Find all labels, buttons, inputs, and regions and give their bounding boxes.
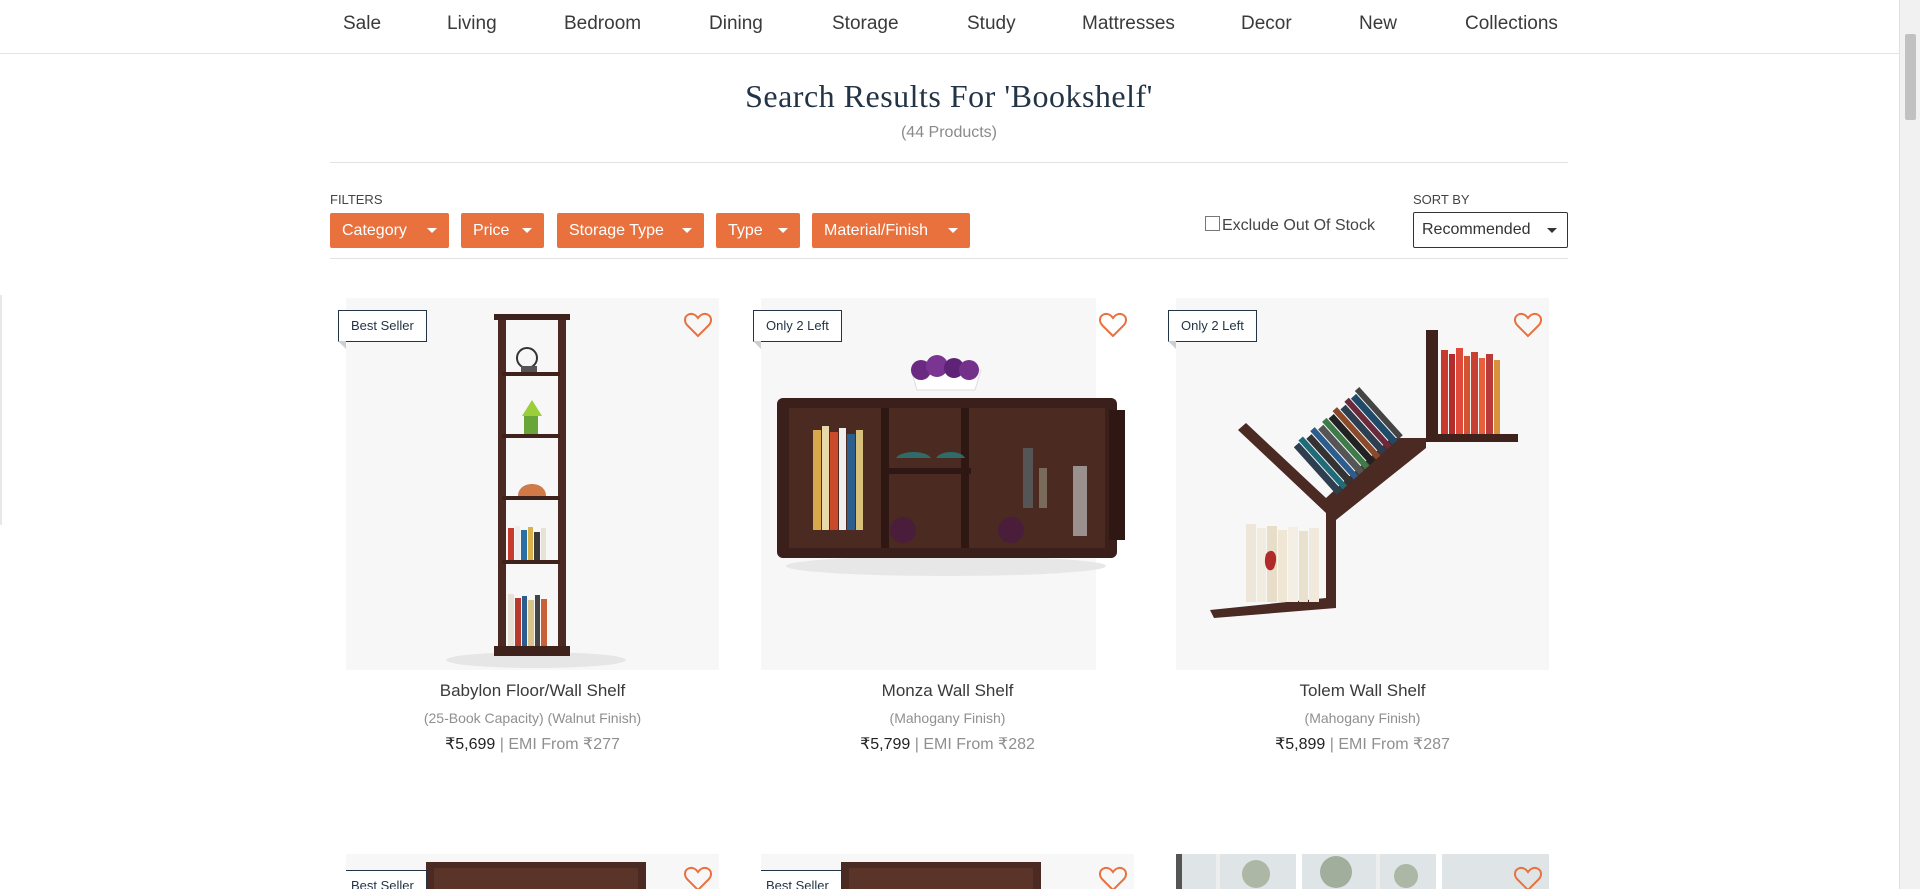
- tall-bookshelf-illustration: [346, 298, 719, 670]
- filter-storage-type-button[interactable]: Storage Type: [557, 213, 704, 248]
- product-price: ₹5,799 | EMI From ₹282: [761, 734, 1134, 754]
- filter-storage-type-label: Storage Type: [569, 222, 664, 239]
- badge-fold: [1168, 341, 1176, 349]
- badge-fold: [338, 341, 346, 349]
- caret-down-icon: [522, 228, 532, 233]
- exclude-out-of-stock-label: Exclude Out Of Stock: [1222, 217, 1375, 234]
- exclude-out-of-stock[interactable]: Exclude Out Of Stock: [1205, 216, 1375, 235]
- zigzag-shelf-illustration: [1176, 298, 1549, 670]
- wishlist-heart-icon[interactable]: [1099, 866, 1127, 889]
- vertical-scrollbar[interactable]: [1899, 0, 1920, 889]
- product-name[interactable]: Tolem Wall Shelf: [1176, 681, 1549, 701]
- sort-select[interactable]: Recommended: [1413, 212, 1568, 248]
- product-count: (44 Products): [900, 124, 998, 141]
- nav-item-collections[interactable]: Collections: [1465, 13, 1558, 35]
- caret-down-icon: [778, 228, 788, 233]
- filter-price-label: Price: [473, 222, 510, 239]
- top-navigation: Sale Living Bedroom Dining Storage Study…: [0, 0, 1900, 54]
- product-subtitle: (Mahogany Finish): [1304, 710, 1421, 726]
- price-value: ₹5,899: [1275, 736, 1326, 753]
- product-image[interactable]: [1176, 298, 1549, 670]
- caret-down-icon: [1547, 228, 1557, 233]
- exclude-out-of-stock-checkbox[interactable]: [1205, 216, 1220, 231]
- sort-select-value: Recommended: [1422, 221, 1531, 238]
- nav-item-living[interactable]: Living: [447, 13, 497, 35]
- filter-category-label: Category: [342, 222, 407, 239]
- caret-down-icon: [427, 228, 437, 233]
- nav-item-decor[interactable]: Decor: [1241, 13, 1292, 35]
- only-left-badge: Only 2 Left: [753, 310, 842, 342]
- price-value: ₹5,699: [445, 736, 496, 753]
- product-subtitle: (25-Book Capacity) (Walnut Finish): [423, 710, 642, 726]
- emi-text: | EMI From ₹277: [495, 736, 620, 753]
- caret-down-icon: [948, 228, 958, 233]
- wishlist-heart-icon[interactable]: [1099, 312, 1127, 338]
- nav-item-storage[interactable]: Storage: [832, 13, 899, 35]
- left-edge-tab: [0, 295, 2, 525]
- emi-text: | EMI From ₹282: [910, 736, 1035, 753]
- product-image[interactable]: [1176, 854, 1549, 889]
- emi-text: | EMI From ₹287: [1325, 736, 1450, 753]
- product-price: ₹5,899 | EMI From ₹287: [1176, 734, 1549, 754]
- product-card[interactable]: Best Seller: [346, 854, 719, 889]
- product-price: ₹5,699 | EMI From ₹277: [346, 734, 719, 754]
- nav-item-dining[interactable]: Dining: [709, 13, 763, 35]
- filter-type-button[interactable]: Type: [716, 213, 800, 248]
- filter-type-label: Type: [728, 222, 763, 239]
- sort-by-label: SORT BY: [1413, 192, 1470, 207]
- wall-shelf-illustration: [761, 298, 1134, 670]
- product-name[interactable]: Monza Wall Shelf: [761, 681, 1134, 701]
- scrollbar-thumb[interactable]: [1905, 34, 1916, 120]
- badge-fold: [753, 341, 761, 349]
- filter-material-finish-button[interactable]: Material/Finish: [812, 213, 970, 248]
- best-seller-badge: Best Seller: [346, 870, 427, 889]
- divider: [330, 162, 1568, 163]
- nav-item-new[interactable]: New: [1359, 13, 1397, 35]
- best-seller-badge: Best Seller: [338, 310, 427, 342]
- wishlist-heart-icon[interactable]: [1514, 866, 1542, 889]
- nav-item-bedroom[interactable]: Bedroom: [564, 13, 641, 35]
- nav-item-sale[interactable]: Sale: [343, 13, 381, 35]
- wishlist-heart-icon[interactable]: [684, 312, 712, 338]
- caret-down-icon: [682, 228, 692, 233]
- page-title: Search Results For 'Bookshelf': [745, 78, 1153, 114]
- product-card[interactable]: [1176, 854, 1549, 889]
- window-scene-illustration: [1176, 854, 1549, 889]
- best-seller-badge: Best Seller: [761, 870, 842, 889]
- only-left-badge: Only 2 Left: [1168, 310, 1257, 342]
- filter-category-button[interactable]: Category: [330, 213, 449, 248]
- filter-material-finish-label: Material/Finish: [824, 222, 929, 239]
- nav-item-study[interactable]: Study: [967, 13, 1016, 35]
- product-card[interactable]: Best Seller: [761, 854, 1134, 889]
- filters-label: FILTERS: [330, 192, 383, 207]
- divider: [330, 258, 1568, 259]
- nav-item-mattresses[interactable]: Mattresses: [1082, 13, 1175, 35]
- product-image[interactable]: [346, 298, 719, 670]
- product-name[interactable]: Babylon Floor/Wall Shelf: [346, 681, 719, 701]
- price-value: ₹5,799: [860, 736, 911, 753]
- wishlist-heart-icon[interactable]: [1514, 312, 1542, 338]
- product-image[interactable]: [761, 298, 1134, 670]
- filter-price-button[interactable]: Price: [461, 213, 544, 248]
- wishlist-heart-icon[interactable]: [684, 866, 712, 889]
- product-subtitle: (Mahogany Finish): [889, 710, 1006, 726]
